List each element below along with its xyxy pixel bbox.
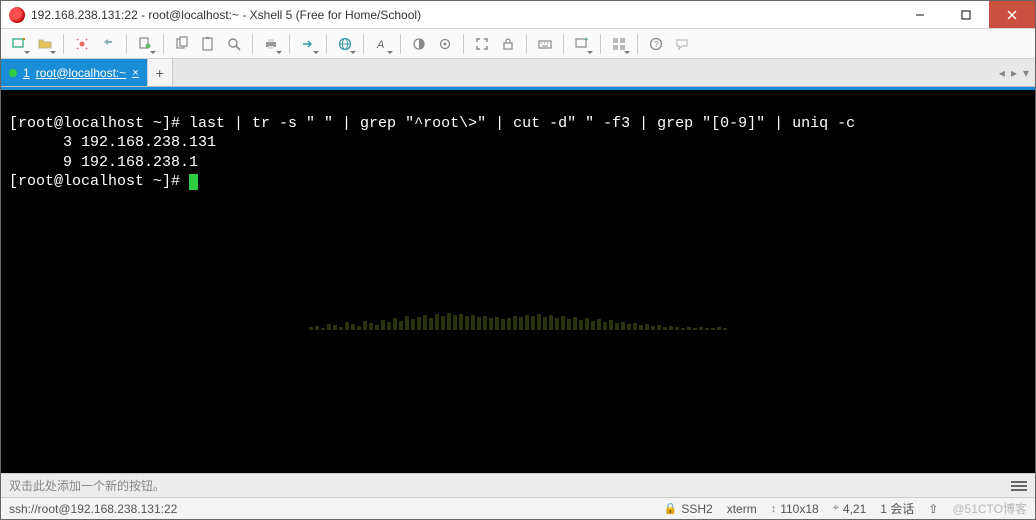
separator: [400, 34, 401, 54]
status-term: xterm: [727, 502, 757, 516]
highlight-button[interactable]: [433, 32, 457, 56]
watermark: @51CTO博客: [952, 500, 1027, 517]
scroll-up-button[interactable]: ⇧: [928, 502, 938, 516]
status-protocol: 🔒SSH2: [664, 502, 713, 516]
status-sessions: 1 会话: [880, 500, 914, 517]
terminal-area[interactable]: [root@localhost ~]# last | tr -s " " | g…: [1, 87, 1035, 473]
connected-indicator-icon: [9, 69, 17, 77]
separator: [63, 34, 64, 54]
separator: [289, 34, 290, 54]
toolbar: A + ?: [1, 29, 1035, 59]
tab-label: root@localhost:~: [36, 66, 127, 80]
transfer-button[interactable]: [296, 32, 320, 56]
separator: [252, 34, 253, 54]
status-size: ↕110x18: [771, 502, 819, 516]
keyboard-button[interactable]: [533, 32, 557, 56]
minimize-button[interactable]: [897, 1, 943, 28]
separator: [326, 34, 327, 54]
cursor-icon: [189, 174, 198, 190]
open-button[interactable]: [33, 32, 57, 56]
status-cursor: ⌖4,21: [833, 502, 867, 516]
app-icon: [9, 7, 25, 23]
separator: [126, 34, 127, 54]
close-button[interactable]: [989, 1, 1035, 28]
lock-icon: 🔒: [664, 502, 678, 515]
terminal-prompt: [root@localhost ~]#: [9, 173, 189, 190]
separator: [463, 34, 464, 54]
separator: [637, 34, 638, 54]
copy-button[interactable]: [170, 32, 194, 56]
tab-prev-button[interactable]: ◂: [999, 66, 1005, 80]
help-button[interactable]: ?: [644, 32, 668, 56]
properties-button[interactable]: [133, 32, 157, 56]
lock-button[interactable]: [496, 32, 520, 56]
separator: [163, 34, 164, 54]
quick-command-bar[interactable]: 双击此处添加一个新的按钮。: [1, 473, 1035, 497]
svg-text:A: A: [376, 39, 384, 51]
new-session-button[interactable]: [7, 32, 31, 56]
new-tab-button[interactable]: +: [147, 59, 173, 86]
titlebar: 192.168.238.131:22 - root@localhost:~ - …: [1, 1, 1035, 29]
tab-next-button[interactable]: ▸: [1011, 66, 1017, 80]
tab-close-button[interactable]: ×: [132, 67, 138, 79]
maximize-button[interactable]: [943, 1, 989, 28]
session-tab[interactable]: 1 root@localhost:~ ×: [1, 59, 147, 86]
find-button[interactable]: [222, 32, 246, 56]
chat-button[interactable]: [670, 32, 694, 56]
globe-button[interactable]: [333, 32, 357, 56]
color-scheme-button[interactable]: [407, 32, 431, 56]
size-icon: ↕: [771, 503, 777, 515]
svg-text:+: +: [584, 36, 589, 44]
tabbar: 1 root@localhost:~ × + ◂ ▸ ▾: [1, 59, 1035, 87]
fullscreen-button[interactable]: [470, 32, 494, 56]
window-title: 192.168.238.131:22 - root@localhost:~ - …: [31, 8, 897, 22]
tab-list-button[interactable]: ▾: [1023, 66, 1029, 80]
terminal-line: [root@localhost ~]# last | tr -s " " | g…: [9, 115, 855, 132]
terminal-output: [root@localhost ~]# last | tr -s " " | g…: [1, 90, 1035, 215]
separator: [600, 34, 601, 54]
paste-button[interactable]: [196, 32, 220, 56]
svg-text:?: ?: [654, 40, 659, 49]
status-connection: ssh://root@192.168.238.131:22: [9, 502, 177, 516]
tab-navigation: ◂ ▸ ▾: [993, 59, 1035, 86]
tab-index: 1: [23, 66, 30, 80]
separator: [363, 34, 364, 54]
cursor-pos-icon: ⌖: [833, 502, 839, 515]
disconnect-button[interactable]: [96, 32, 120, 56]
audio-visualizer: [1, 290, 1035, 330]
reconnect-button[interactable]: [70, 32, 94, 56]
font-button[interactable]: A: [370, 32, 394, 56]
menu-icon[interactable]: [1011, 481, 1027, 491]
terminal-line: 9 192.168.238.1: [9, 154, 198, 171]
statusbar: ssh://root@192.168.238.131:22 🔒SSH2 xter…: [1, 497, 1035, 519]
separator: [563, 34, 564, 54]
hint-text: 双击此处添加一个新的按钮。: [9, 477, 165, 494]
tile-button[interactable]: [607, 32, 631, 56]
terminal-line: 3 192.168.238.131: [9, 134, 216, 151]
separator: [526, 34, 527, 54]
print-button[interactable]: [259, 32, 283, 56]
new-window-button[interactable]: +: [570, 32, 594, 56]
window-controls: [897, 1, 1035, 28]
